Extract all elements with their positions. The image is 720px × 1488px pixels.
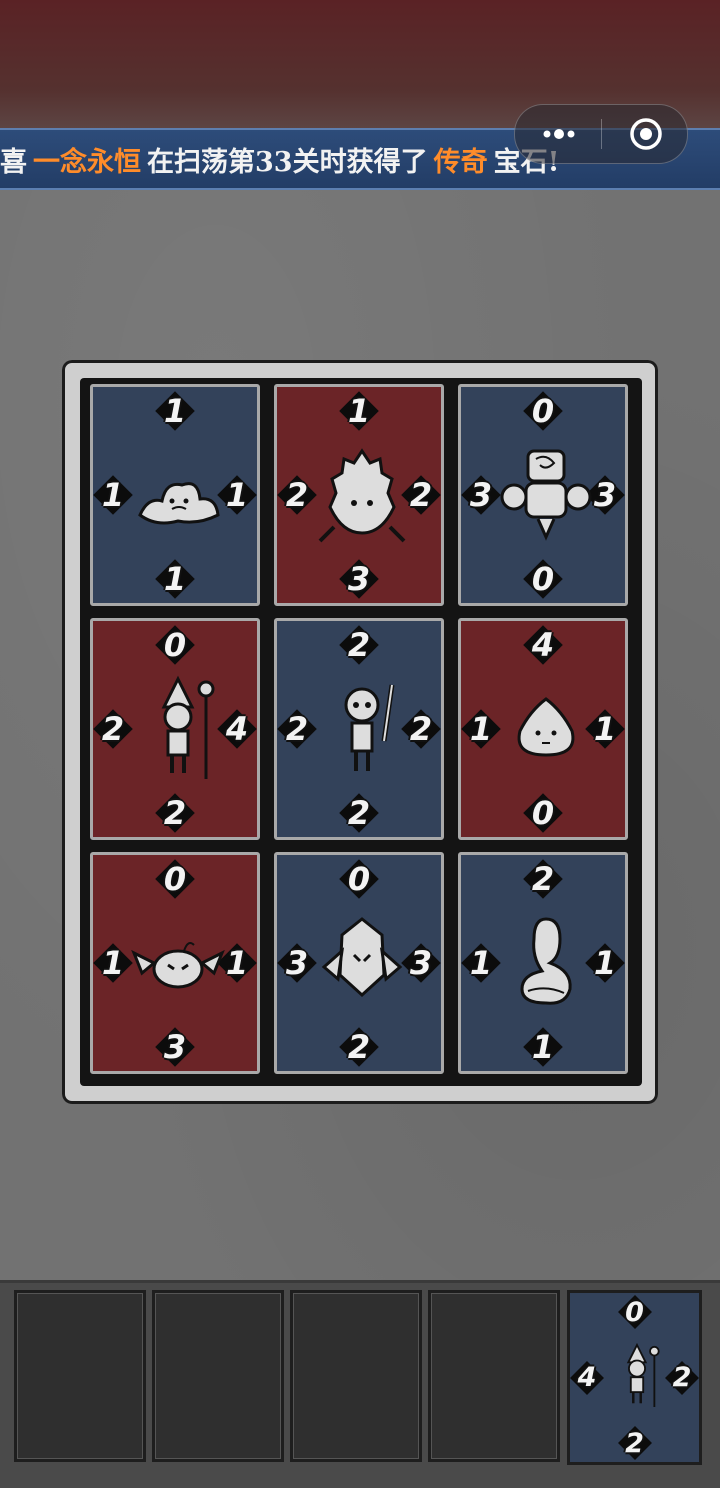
card-top-value: 0	[155, 859, 195, 899]
snake-worm-icon	[520, 917, 572, 1005]
banner-text-2: 在扫荡第33关时获得了	[147, 146, 428, 178]
miniprogram-capsule	[514, 104, 688, 164]
hand-card[interactable]: 0 4 2 2	[567, 1290, 702, 1465]
card-right-value: 2	[665, 1361, 699, 1395]
hand-slot-3[interactable]	[290, 1290, 422, 1462]
card-bottom-value: 3	[339, 559, 379, 599]
card-left-value: 1	[93, 475, 133, 515]
card-left-value: 1	[461, 709, 501, 749]
slime-puddle-icon	[138, 482, 220, 525]
board-card-3-2[interactable]: 0332	[274, 852, 444, 1074]
card-top-value: 0	[339, 859, 379, 899]
card-top-value: 4	[523, 625, 563, 665]
crystal-golem-icon	[321, 917, 403, 998]
card-left-value: 2	[93, 709, 133, 749]
card-left-value: 3	[277, 943, 317, 983]
board-card-2-3[interactable]: 4110	[458, 618, 628, 840]
card-left-value: 4	[570, 1361, 604, 1395]
card-bottom-value: 3	[155, 1027, 195, 1067]
close-target-icon[interactable]	[629, 117, 663, 151]
card-left-value: 2	[277, 709, 317, 749]
card-bottom-value: 2	[339, 793, 379, 833]
capsule-divider	[601, 119, 602, 149]
stone-golem-icon	[500, 449, 592, 541]
banner-player-name: 一念永恒	[33, 146, 141, 178]
card-left-value: 2	[277, 475, 317, 515]
banner-text-1: 喜	[0, 146, 27, 178]
board-card-3-1[interactable]: 0113	[90, 852, 260, 1074]
card-bottom-value: 0	[523, 559, 563, 599]
hand-slot-2[interactable]	[152, 1290, 284, 1462]
hand-slot-4[interactable]	[428, 1290, 560, 1462]
hand-slot-1[interactable]	[14, 1290, 146, 1462]
skeleton-mage-icon	[161, 675, 215, 779]
card-top-value: 0	[155, 625, 195, 665]
more-dots-icon[interactable]	[541, 123, 577, 145]
banner-rarity: 传奇	[433, 146, 488, 178]
winged-ball-icon	[131, 942, 225, 989]
board-card-2-2[interactable]: 2222	[274, 618, 444, 840]
skeleton-mage-icon	[626, 1342, 660, 1407]
card-bottom-value: 1	[523, 1027, 563, 1067]
board-card-1-1[interactable]: 1111	[90, 384, 260, 606]
blob-icon	[517, 697, 575, 757]
card-left-value: 1	[93, 943, 133, 983]
card-bottom-value: 2	[618, 1426, 652, 1460]
board-card-1-2[interactable]: 1223	[274, 384, 444, 606]
board-card-1-3[interactable]: 0330	[458, 384, 628, 606]
card-left-value: 3	[461, 475, 501, 515]
card-top-value: 0	[618, 1295, 652, 1329]
card-left-value: 1	[461, 943, 501, 983]
board-card-3-3[interactable]: 2111	[458, 852, 628, 1074]
card-top-value: 1	[339, 391, 379, 431]
card-bottom-value: 2	[155, 793, 195, 833]
card-top-value: 2	[523, 859, 563, 899]
card-top-value: 1	[155, 391, 195, 431]
skeleton-sword-icon	[344, 684, 395, 771]
card-bottom-value: 1	[155, 559, 195, 599]
spiky-egg-icon	[318, 448, 406, 543]
card-top-value: 0	[523, 391, 563, 431]
card-bottom-value: 0	[523, 793, 563, 833]
card-bottom-value: 2	[339, 1027, 379, 1067]
card-top-value: 2	[339, 625, 379, 665]
board-card-2-1[interactable]: 0242	[90, 618, 260, 840]
